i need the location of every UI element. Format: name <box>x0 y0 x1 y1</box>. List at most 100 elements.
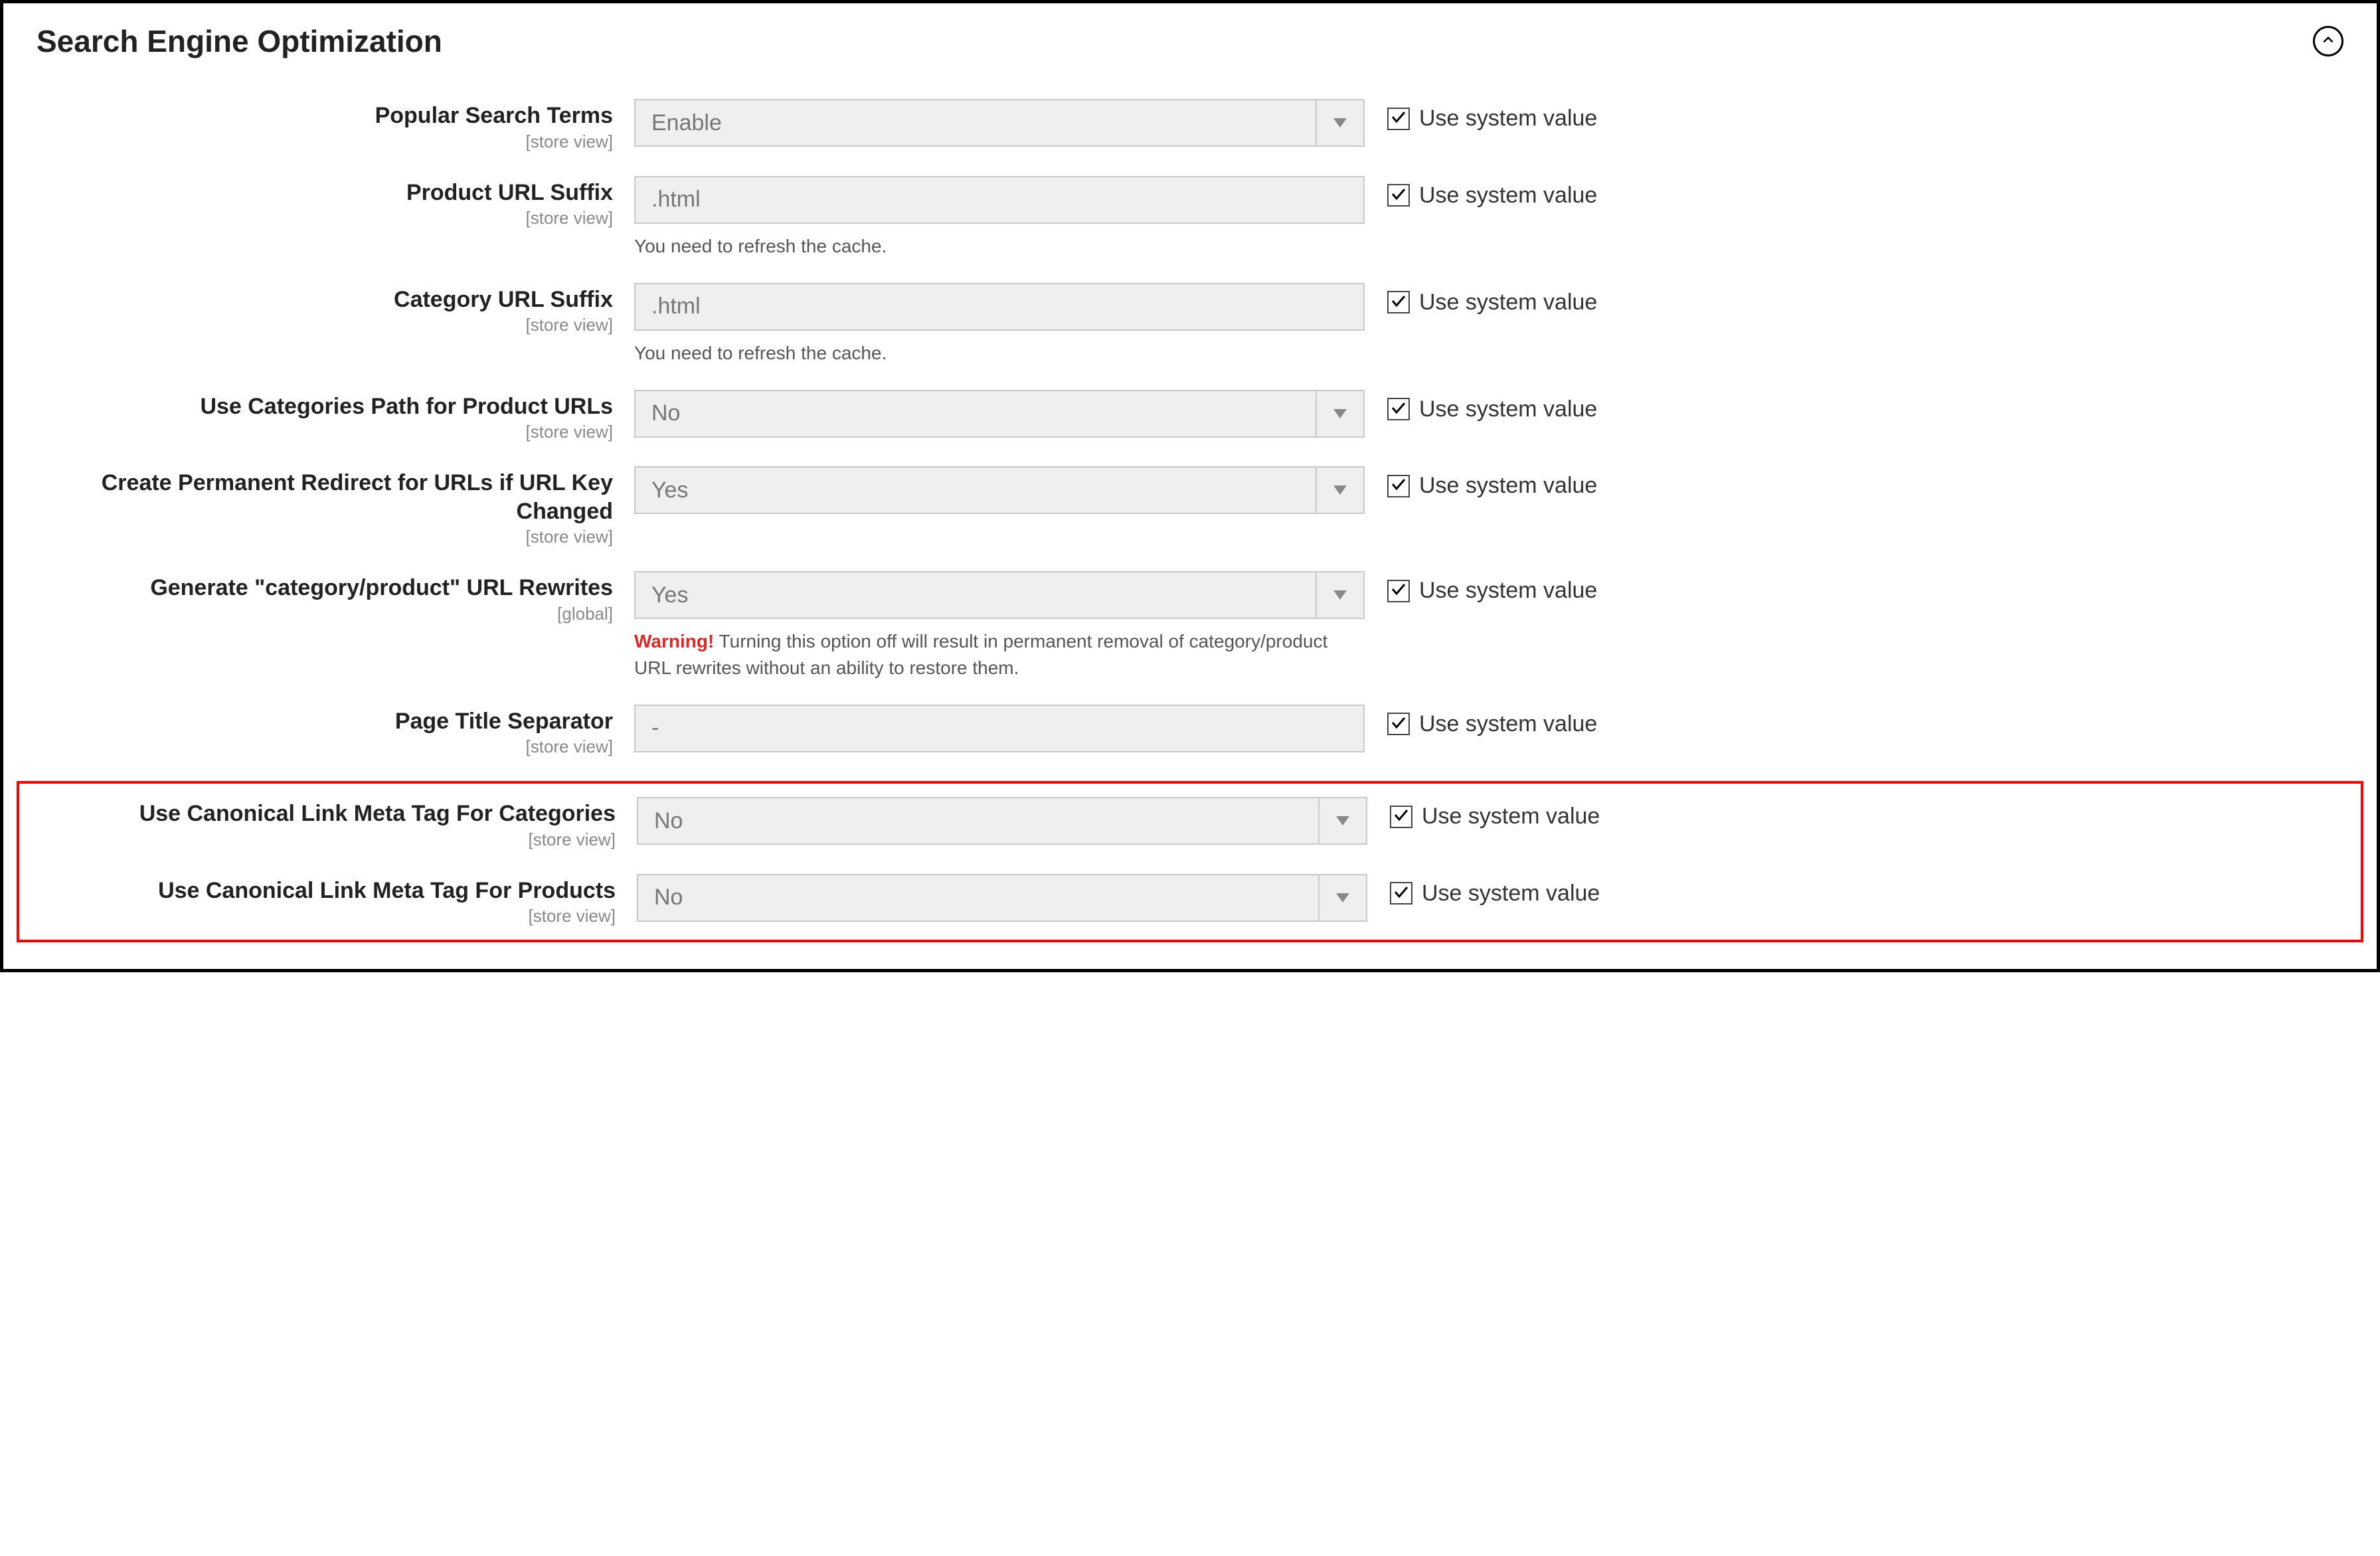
checkbox-label: Use system value <box>1419 578 1597 604</box>
field-control-col: Enable <box>634 99 1365 147</box>
use-system-value-checkbox[interactable] <box>1390 882 1412 905</box>
section-header[interactable]: Search Engine Optimization <box>37 23 2343 59</box>
text-value: .html <box>636 177 1363 222</box>
field-checkbox-col: Use system value <box>1365 571 1597 604</box>
field-canonical-categories: Use Canonical Link Meta Tag For Categori… <box>39 797 2341 850</box>
text-value: - <box>636 706 1363 751</box>
field-scope: [global] <box>43 604 613 624</box>
category-url-suffix-input[interactable]: .html <box>634 283 1365 331</box>
use-system-value-checkbox[interactable] <box>1387 291 1410 313</box>
field-scope: [store view] <box>43 422 613 442</box>
field-label: Use Canonical Link Meta Tag For Categori… <box>139 801 616 826</box>
chevron-down-icon <box>1318 875 1366 920</box>
field-scope: [store view] <box>43 131 613 152</box>
chevron-down-icon <box>1316 468 1363 513</box>
field-label-col: Page Title Separator [store view] <box>43 705 634 758</box>
field-checkbox-col: Use system value <box>1365 466 1597 499</box>
checkbox-label: Use system value <box>1419 183 1597 209</box>
field-control-col: Yes Warning! Turning this option off wil… <box>634 571 1365 680</box>
field-label-col: Use Canonical Link Meta Tag For Categori… <box>46 797 637 850</box>
check-icon <box>1391 715 1406 734</box>
categories-path-select[interactable]: No <box>634 390 1365 438</box>
field-label-col: Create Permanent Redirect for URLs if UR… <box>43 466 634 547</box>
checkbox-label: Use system value <box>1419 106 1597 131</box>
field-checkbox-col: Use system value <box>1365 390 1597 422</box>
field-generate-rewrites: Generate "category/product" URL Rewrites… <box>37 571 2343 680</box>
chevron-down-icon <box>1316 100 1363 145</box>
use-system-value-checkbox[interactable] <box>1390 806 1412 828</box>
warning-label: Warning! <box>634 631 714 651</box>
permanent-redirect-select[interactable]: Yes <box>634 466 1365 514</box>
field-product-url-suffix: Product URL Suffix [store view] .html Yo… <box>37 176 2343 259</box>
field-control-col: .html You need to refresh the cache. <box>634 283 1365 366</box>
field-checkbox-col: Use system value <box>1367 797 1600 829</box>
select-value: Yes <box>636 468 1316 513</box>
field-control-col: Yes <box>634 466 1365 514</box>
generate-rewrites-select[interactable]: Yes <box>634 571 1365 619</box>
field-control-col: No <box>634 390 1365 438</box>
field-checkbox-col: Use system value <box>1365 99 1597 131</box>
field-checkbox-col: Use system value <box>1367 874 1600 907</box>
field-checkbox-col: Use system value <box>1365 705 1597 737</box>
field-label-col: Popular Search Terms [store view] <box>43 99 634 152</box>
field-categories-path: Use Categories Path for Product URLs [st… <box>37 390 2343 443</box>
field-label: Popular Search Terms <box>375 103 613 128</box>
checkbox-label: Use system value <box>1419 711 1597 737</box>
select-value: Enable <box>636 100 1316 145</box>
check-icon <box>1391 293 1406 312</box>
canonical-categories-select[interactable]: No <box>637 797 1367 845</box>
field-label: Generate "category/product" URL Rewrites <box>150 575 613 600</box>
field-label: Use Canonical Link Meta Tag For Products <box>158 878 616 903</box>
field-label: Product URL Suffix <box>406 180 613 205</box>
field-checkbox-col: Use system value <box>1365 176 1597 209</box>
canonical-products-select[interactable]: No <box>637 874 1367 922</box>
select-value: No <box>638 875 1318 920</box>
field-control-col: No <box>637 874 1367 922</box>
field-scope: [store view] <box>43 527 613 547</box>
popular-search-terms-select[interactable]: Enable <box>634 99 1365 147</box>
field-note: You need to refresh the cache. <box>634 233 1365 259</box>
chevron-down-icon <box>1318 798 1366 843</box>
use-system-value-checkbox[interactable] <box>1387 398 1410 420</box>
field-control-col: No <box>637 797 1367 845</box>
select-value: No <box>638 798 1318 843</box>
use-system-value-checkbox[interactable] <box>1387 184 1410 207</box>
field-label-col: Use Canonical Link Meta Tag For Products… <box>46 874 637 927</box>
field-scope: [store view] <box>43 315 613 335</box>
collapse-toggle[interactable] <box>2313 26 2343 56</box>
select-value: No <box>636 391 1316 436</box>
field-label: Create Permanent Redirect for URLs if UR… <box>102 470 613 524</box>
use-system-value-checkbox[interactable] <box>1387 475 1410 497</box>
field-label: Category URL Suffix <box>394 287 613 312</box>
warning-text: Turning this option off will result in p… <box>634 631 1327 677</box>
chevron-up-icon <box>2322 33 2335 50</box>
checkbox-label: Use system value <box>1419 473 1597 499</box>
field-label-col: Category URL Suffix [store view] <box>43 283 634 336</box>
check-icon <box>1391 476 1406 495</box>
use-system-value-checkbox[interactable] <box>1387 580 1410 602</box>
select-value: Yes <box>636 572 1316 618</box>
field-control-col: .html You need to refresh the cache. <box>634 176 1365 259</box>
field-label: Page Title Separator <box>395 709 613 734</box>
check-icon <box>1391 400 1406 419</box>
field-warning-note: Warning! Turning this option off will re… <box>634 628 1365 680</box>
chevron-down-icon <box>1316 391 1363 436</box>
use-system-value-checkbox[interactable] <box>1387 713 1410 735</box>
field-canonical-products: Use Canonical Link Meta Tag For Products… <box>39 874 2341 927</box>
section-title: Search Engine Optimization <box>37 23 442 59</box>
field-scope: [store view] <box>43 736 613 757</box>
field-control-col: - <box>634 705 1365 752</box>
product-url-suffix-input[interactable]: .html <box>634 176 1365 224</box>
page-title-separator-input[interactable]: - <box>634 705 1365 752</box>
checkbox-label: Use system value <box>1419 290 1597 315</box>
check-icon <box>1391 581 1406 600</box>
use-system-value-checkbox[interactable] <box>1387 108 1410 130</box>
checkbox-label: Use system value <box>1419 396 1597 422</box>
check-icon <box>1393 807 1409 826</box>
check-icon <box>1393 884 1409 903</box>
field-label-col: Product URL Suffix [store view] <box>43 176 634 229</box>
field-label-col: Generate "category/product" URL Rewrites… <box>43 571 634 624</box>
checkbox-label: Use system value <box>1422 804 1600 829</box>
check-icon <box>1391 109 1406 128</box>
chevron-down-icon <box>1316 572 1363 618</box>
